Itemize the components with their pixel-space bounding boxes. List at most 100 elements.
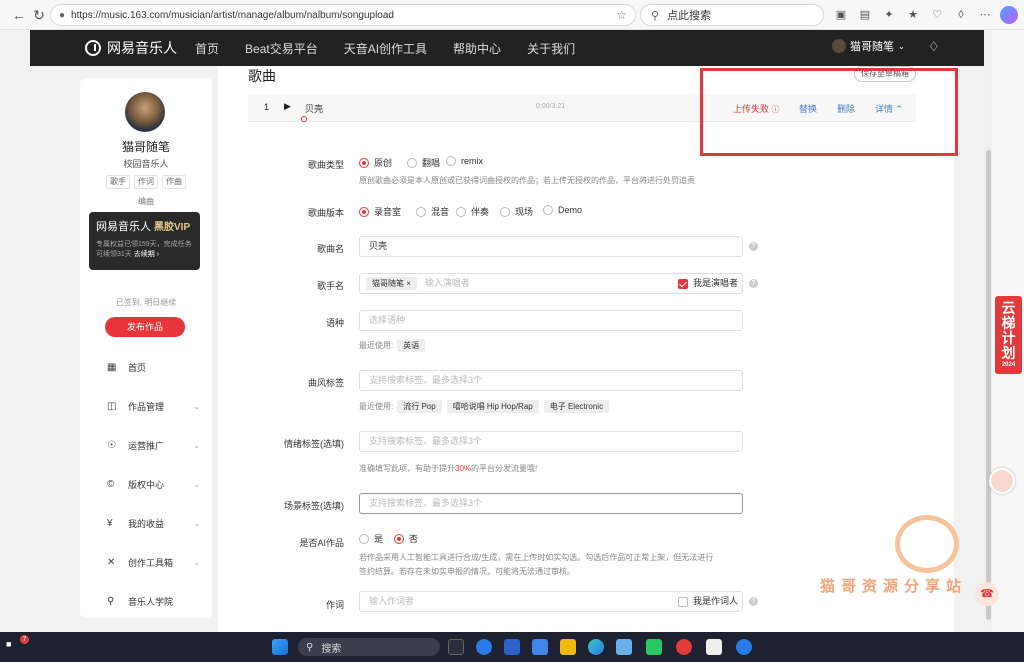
os-taskbar: ■ 7 ⚲ 搜索 — [0, 632, 1024, 662]
health-icon[interactable]: ♡ — [928, 6, 946, 24]
mood-note-post: 的平台分发流量哦! — [471, 464, 538, 473]
song-name-input[interactable]: 贝壳 — [359, 236, 743, 257]
scene-input[interactable]: 支持搜索标签，最多选择3个 — [359, 493, 743, 514]
language-select[interactable]: 选择语种 — [359, 310, 743, 331]
sidebar-item-label: 我的收益 — [128, 519, 165, 529]
recent-chip[interactable]: 电子 Electronic — [543, 400, 610, 413]
page-scrollbar[interactable] — [984, 30, 992, 632]
chevron-right-icon: › — [154, 251, 160, 258]
sidebar-username: 猫哥随笔 — [121, 140, 170, 154]
radio-ai-no[interactable]: 否 — [394, 532, 418, 545]
task-view-icon[interactable] — [448, 639, 464, 655]
favorites-icon[interactable]: ★ — [904, 6, 922, 24]
folder-icon: ◫ — [107, 401, 117, 412]
save-draft-button[interactable]: 保存至草稿箱 — [854, 66, 916, 82]
radio-studio[interactable]: 录音室 — [359, 205, 401, 218]
user-menu[interactable]: 猫哥随笔 ⌄ — [832, 38, 905, 54]
nav-home[interactable]: 首页 — [195, 40, 219, 57]
recent-label: 最近使用: — [359, 402, 394, 411]
nav-about[interactable]: 关于我们 — [527, 40, 575, 57]
help-icon[interactable]: ? — [749, 242, 758, 251]
address-bar[interactable]: ● https://music.163.com/musician/artist/… — [50, 4, 636, 26]
nav-help[interactable]: 帮助中心 — [453, 40, 501, 57]
lyricist-checkbox[interactable]: 我是作词人 — [678, 592, 738, 611]
radio-live[interactable]: 现场 — [500, 205, 533, 218]
cloud-ladder-badge[interactable]: 云梯计划 2024 — [995, 296, 1022, 374]
wechat-icon[interactable] — [646, 639, 662, 655]
singer-input[interactable]: 猫哥随笔 × 输入演唱者 我是演唱者 — [359, 273, 743, 294]
browser-search-placeholder: 点此搜索 — [667, 10, 712, 22]
delete-button[interactable]: 删除 — [837, 102, 855, 115]
sidebar-item-toolbox[interactable]: ✕ 创作工具箱 ⌄ — [80, 543, 212, 582]
radio-ai-yes[interactable]: 是 — [359, 532, 383, 545]
copilot-icon[interactable] — [1000, 6, 1018, 24]
nav-beat[interactable]: Beat交易平台 — [245, 40, 318, 57]
puzzle-icon[interactable]: ✦ — [880, 6, 898, 24]
more-icon[interactable]: ⋯ — [976, 6, 994, 24]
genre-input[interactable]: 支持搜索标签，最多选择3个 — [359, 370, 743, 391]
sidebar-item-home[interactable]: ▦ 首页 — [80, 348, 212, 387]
sidebar-item-earnings[interactable]: ¥ 我的收益 ⌄ — [80, 504, 212, 543]
recent-chip[interactable]: 英语 — [397, 339, 426, 352]
lock-icon: ● — [59, 9, 66, 21]
back-icon[interactable]: ← — [8, 4, 30, 26]
mood-note: 准确填写此项，有助于提升30%的平台分发流量哦! — [359, 463, 537, 474]
nav-ai-tool[interactable]: 天音AI创作工具 — [344, 40, 427, 57]
vip-renew-link[interactable]: 去续期 — [134, 251, 155, 258]
sidebar-item-academy[interactable]: ⚲ 音乐人学院 — [80, 582, 212, 621]
help-icon[interactable]: ? — [749, 597, 758, 606]
lyricist-label: 作词 — [325, 600, 344, 610]
recent-chip[interactable]: 流行 Pop — [397, 400, 442, 413]
netease-music-icon[interactable] — [676, 639, 692, 655]
extension-icon[interactable]: ▣ — [832, 6, 850, 24]
browser-search-box[interactable]: ⚲ 点此搜索 — [640, 4, 824, 26]
scrollbar-thumb[interactable] — [986, 150, 991, 620]
chevron-up-icon: ⌃ — [893, 104, 904, 114]
close-icon[interactable]: × — [406, 279, 411, 288]
play-icon[interactable]: ▶ — [284, 101, 291, 112]
weather-widget[interactable]: ■ 7 — [6, 635, 29, 655]
lyricist-input[interactable]: 输入作词者 我是作词人 — [359, 591, 743, 612]
windows-start-icon[interactable] — [272, 639, 288, 655]
assistant-avatar-icon[interactable] — [989, 468, 1015, 494]
radio-demo[interactable]: Demo — [543, 205, 582, 215]
vip-card[interactable]: 网易音乐人 黑胶VIP 专属权益已领159天，完成任务可续领31天 去续期 › — [89, 212, 200, 270]
refresh-icon[interactable]: ↻ — [28, 4, 50, 26]
app-icon[interactable] — [736, 639, 752, 655]
help-icon[interactable]: ? — [749, 279, 758, 288]
radio-mix[interactable]: 混音 — [416, 205, 449, 218]
app-icon[interactable] — [504, 639, 520, 655]
radio-remix[interactable]: remix — [446, 156, 483, 166]
notepad-icon[interactable] — [616, 639, 632, 655]
bookmark-star-icon[interactable]: ☆ — [616, 8, 627, 22]
sidebar-item-promotion[interactable]: ☉ 运营推广 ⌄ — [80, 426, 212, 465]
help-circle-icon[interactable]: ⓘ — [772, 105, 780, 114]
replace-button[interactable]: 替换 — [799, 102, 817, 115]
sidebar-item-label: 音乐人学院 — [128, 597, 174, 607]
details-toggle[interactable]: 详情 ⌃ — [875, 102, 903, 115]
taskbar-search[interactable]: ⚲ 搜索 — [298, 638, 440, 656]
singer-checkbox[interactable]: 我是演唱者 — [678, 274, 738, 293]
app-icon[interactable] — [476, 639, 492, 655]
headset-icon[interactable]: ☎ — [975, 582, 999, 606]
version-label: 歌曲版本 — [307, 208, 344, 218]
megaphone-icon: ☉ — [107, 440, 116, 451]
recent-chip[interactable]: 嘻哈说唱 Hip Hop/Rap — [446, 400, 539, 413]
avatar[interactable] — [125, 92, 165, 132]
sidebar-item-works[interactable]: ◫ 作品管理 ⌄ — [80, 387, 212, 426]
sidebar-item-copyright[interactable]: © 版权中心 ⌄ — [80, 465, 212, 504]
radio-original[interactable]: 原创 — [359, 156, 392, 169]
file-explorer-icon[interactable] — [560, 639, 576, 655]
bell-icon[interactable]: ♢ — [928, 39, 940, 55]
radio-cover[interactable]: 翻唱 — [407, 156, 440, 169]
gift-icon[interactable]: ◊ — [952, 6, 970, 24]
mood-input[interactable]: 支持搜索标签，最多选择3个 — [359, 431, 743, 452]
radio-instrumental[interactable]: 伴奏 — [456, 205, 489, 218]
edge-browser-icon[interactable] — [588, 639, 604, 655]
progress-handle[interactable] — [301, 116, 307, 122]
site-logo[interactable]: 网易音乐人 — [85, 38, 195, 58]
app-icon[interactable] — [706, 639, 722, 655]
publish-button[interactable]: 发布作品 — [105, 317, 185, 337]
app-icon[interactable] — [532, 639, 548, 655]
wallet-icon[interactable]: ▤ — [856, 6, 874, 24]
